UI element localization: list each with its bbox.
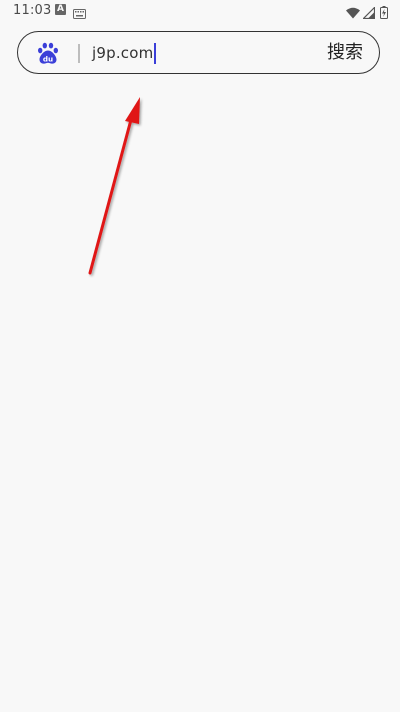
- search-input[interactable]: j9p.com: [92, 42, 157, 64]
- text-caret: [154, 42, 157, 64]
- notification-a-icon: A: [55, 4, 66, 15]
- search-button[interactable]: 搜索: [327, 41, 363, 65]
- battery-icon: [380, 4, 388, 23]
- svg-text:du: du: [43, 54, 53, 63]
- status-bar: 11:03 A: [0, 0, 400, 24]
- keyboard-icon: [73, 4, 86, 23]
- status-time: 11:03: [13, 3, 52, 18]
- wifi-icon: [346, 4, 360, 23]
- search-divider: [78, 44, 80, 63]
- baidu-logo-icon[interactable]: du: [36, 41, 60, 65]
- search-input-value: j9p.com: [92, 44, 154, 62]
- signal-icon: [362, 4, 376, 23]
- annotation-arrow: [88, 97, 140, 275]
- search-bar[interactable]: du j9p.com 搜索: [17, 31, 380, 74]
